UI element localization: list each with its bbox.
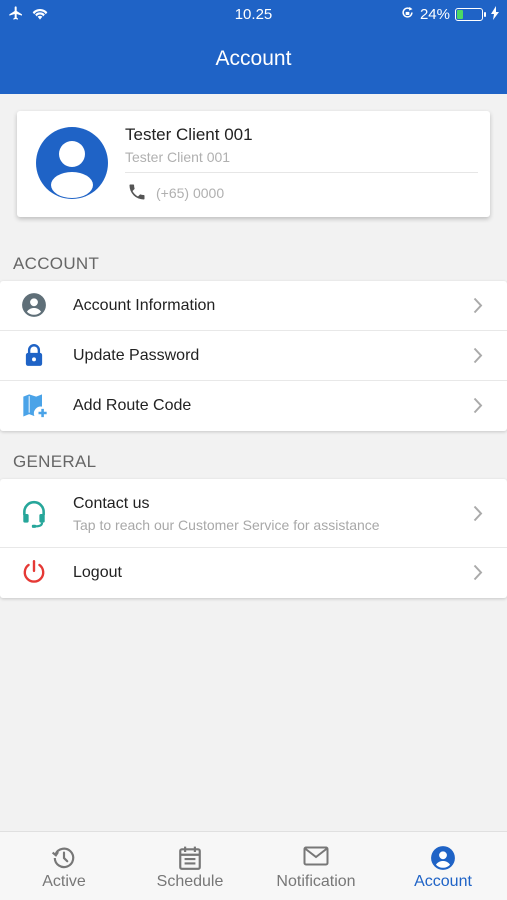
chevron-right-icon bbox=[473, 297, 483, 319]
tab-account[interactable]: Account bbox=[380, 832, 506, 900]
charging-icon bbox=[491, 5, 499, 24]
menu-item-account-information[interactable]: Account Information bbox=[0, 281, 507, 331]
chevron-right-icon bbox=[473, 397, 483, 419]
user-circle-icon bbox=[21, 292, 47, 323]
menu-item-label: Contact us bbox=[73, 495, 150, 512]
user-avatar-icon bbox=[36, 127, 108, 199]
user-circle-icon bbox=[430, 845, 456, 876]
chevron-right-icon bbox=[473, 564, 483, 586]
map-add-icon bbox=[21, 392, 49, 425]
menu-item-update-password[interactable]: Update Password bbox=[0, 331, 507, 381]
profile-card[interactable]: Tester Client 001 Tester Client 001 (+65… bbox=[17, 111, 490, 217]
page-title: Account bbox=[215, 47, 292, 70]
section-label-account: ACCOUNT bbox=[13, 254, 100, 273]
tab-active[interactable]: Active bbox=[1, 832, 127, 900]
app-header: 10.25 24% Account bbox=[0, 0, 507, 94]
menu-item-contact-us[interactable]: Contact us Tap to reach our Customer Ser… bbox=[0, 479, 507, 548]
profile-name: Tester Client 001 bbox=[125, 125, 253, 144]
battery-icon bbox=[455, 8, 486, 21]
menu-item-add-route-code[interactable]: Add Route Code bbox=[0, 381, 507, 431]
phone-icon bbox=[127, 182, 147, 207]
chevron-right-icon bbox=[473, 505, 483, 527]
bottom-tab-bar: Active Schedule Notification Account bbox=[0, 831, 507, 900]
calendar-icon bbox=[178, 845, 202, 876]
power-icon bbox=[21, 559, 47, 590]
menu-item-label: Add Route Code bbox=[73, 397, 192, 414]
lock-icon bbox=[21, 342, 47, 373]
tab-label: Active bbox=[42, 873, 86, 890]
menu-item-label: Update Password bbox=[73, 347, 200, 364]
tab-label: Notification bbox=[276, 873, 356, 890]
general-list: Contact us Tap to reach our Customer Ser… bbox=[0, 479, 507, 598]
chevron-right-icon bbox=[473, 347, 483, 369]
divider bbox=[125, 172, 478, 173]
menu-item-subtitle: Tap to reach our Customer Service for as… bbox=[73, 517, 380, 533]
battery-level bbox=[457, 10, 463, 19]
tab-label: Account bbox=[414, 873, 472, 890]
tab-notification[interactable]: Notification bbox=[253, 832, 379, 900]
battery-percentage: 24% bbox=[419, 6, 450, 23]
headset-icon bbox=[21, 499, 47, 534]
section-label-general: GENERAL bbox=[13, 452, 97, 471]
clock-history-icon bbox=[51, 845, 77, 876]
rotation-lock-icon bbox=[400, 5, 415, 24]
tab-label: Schedule bbox=[156, 873, 224, 890]
mail-icon bbox=[303, 845, 329, 872]
menu-item-label: Logout bbox=[73, 564, 122, 581]
tab-schedule[interactable]: Schedule bbox=[127, 832, 253, 900]
menu-item-logout[interactable]: Logout bbox=[0, 548, 507, 598]
menu-item-label: Account Information bbox=[73, 297, 216, 314]
profile-phone: (+65) 0000 bbox=[156, 185, 225, 201]
status-bar: 10.25 24% bbox=[0, 0, 507, 28]
account-list: Account Information Update Password Add … bbox=[0, 281, 507, 431]
profile-subtitle: Tester Client 001 bbox=[125, 149, 231, 165]
